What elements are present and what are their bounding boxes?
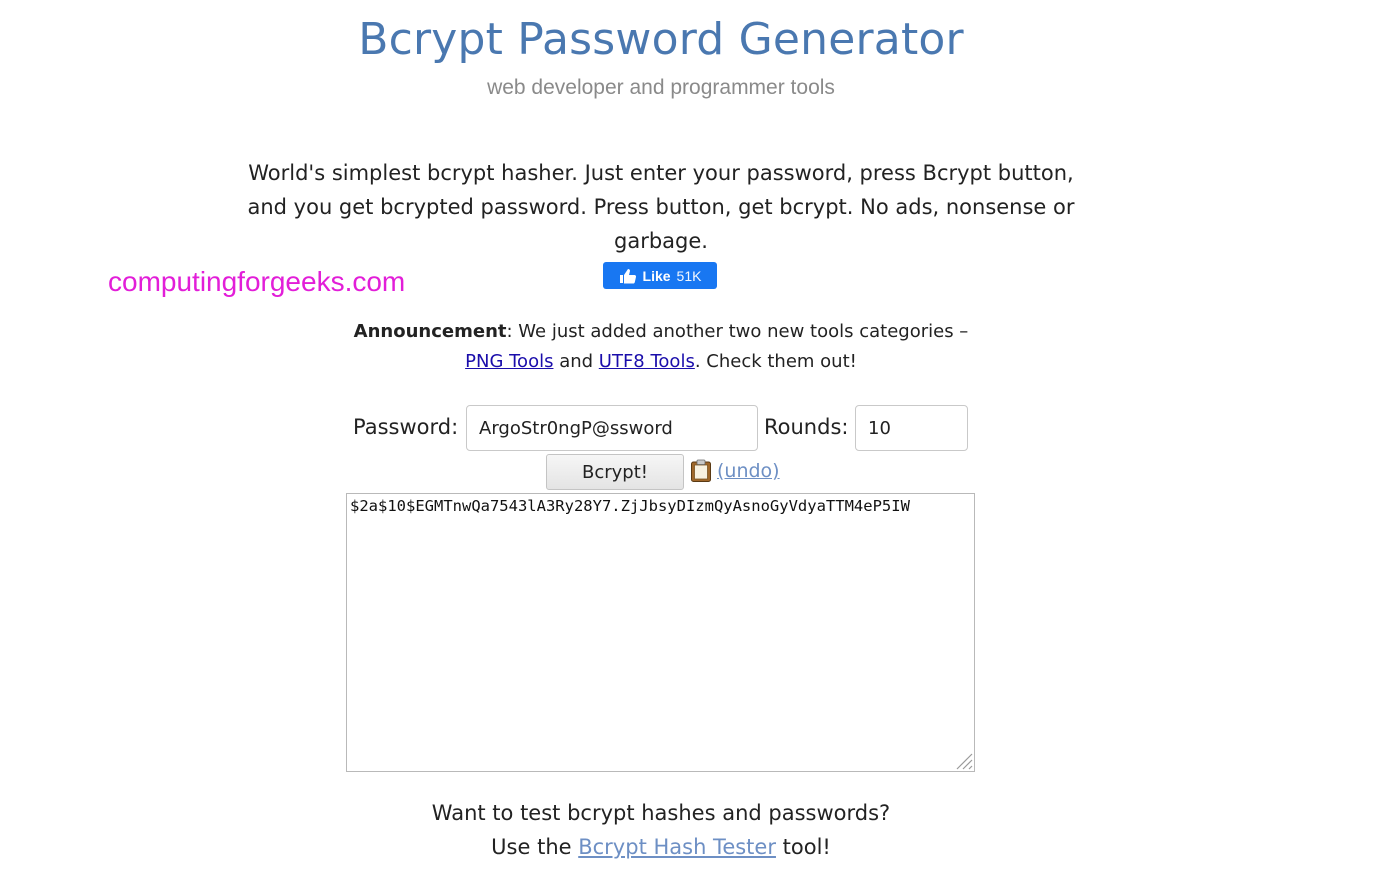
page-subtitle: web developer and programmer tools — [487, 76, 835, 99]
bcrypt-button[interactable]: Bcrypt! — [546, 454, 684, 490]
clipboard-icon[interactable] — [690, 459, 712, 483]
facebook-like-button[interactable]: Like 51K — [603, 262, 717, 289]
watermark-text: computingforgeeks.com — [108, 266, 406, 297]
rounds-input[interactable] — [855, 405, 968, 451]
tester-text-after: tool! — [775, 835, 831, 859]
announcement-heading: Announcement — [353, 321, 507, 342]
password-input[interactable] — [466, 405, 758, 451]
announcement-end: . Check them out! — [694, 351, 857, 372]
bcrypt-hash-tester-link[interactable]: Bcrypt Hash Tester — [578, 835, 776, 859]
resize-grip-icon[interactable] — [953, 750, 973, 770]
page-title: Bcrypt Password Generator — [358, 14, 964, 65]
tester-text-before: Use the — [491, 835, 579, 859]
hash-tester-promo: Want to test bcrypt hashes and passwords… — [300, 796, 1022, 864]
bcrypt-output-textarea[interactable]: $2a$10$EGMTnwQa7543lA3Ry28Y7.ZjJbsyDIzmQ… — [346, 493, 975, 772]
password-label: Password: — [353, 415, 459, 439]
announcement-and: and — [553, 351, 599, 372]
undo-link[interactable]: (undo) — [717, 457, 780, 485]
tester-question: Want to test bcrypt hashes and passwords… — [431, 801, 891, 825]
utf8-tools-link[interactable]: UTF8 Tools — [599, 351, 695, 372]
announcement: Announcement: We just added another two … — [300, 317, 1022, 377]
rounds-label: Rounds: — [764, 415, 849, 439]
like-count: 51K — [676, 267, 702, 284]
thumbs-up-icon — [619, 268, 636, 283]
like-label: Like — [642, 267, 671, 284]
intro-text: World's simplest bcrypt hasher. Just ent… — [247, 161, 1075, 253]
png-tools-link[interactable]: PNG Tools — [465, 351, 553, 372]
announcement-text: : We just added another two new tools ca… — [506, 321, 969, 342]
